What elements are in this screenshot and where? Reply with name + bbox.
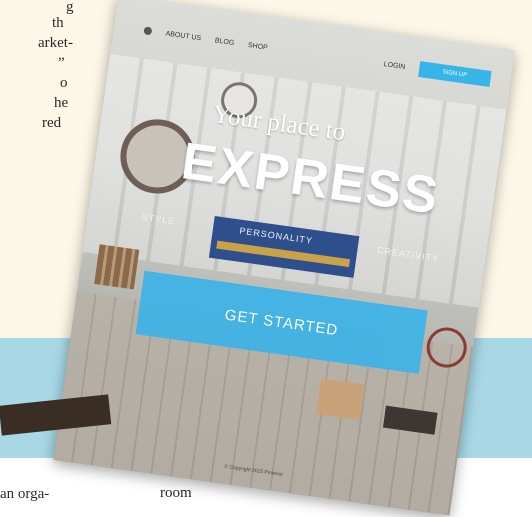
- nav-login-link[interactable]: LOGIN: [383, 61, 406, 71]
- logo-icon: [143, 26, 153, 36]
- website-screenshot: ABOUT US BLOG SHOP LOGIN SIGN UP Your pl…: [53, 0, 515, 516]
- nav-link-blog[interactable]: BLOG: [214, 37, 234, 47]
- nav-link-about[interactable]: ABOUT US: [165, 30, 201, 42]
- article-text-fragment: room: [160, 485, 192, 501]
- article-text-fragment: arket-: [38, 35, 73, 51]
- article-text-fragment: an orga-: [0, 486, 50, 502]
- article-text-fragment: red: [42, 115, 62, 131]
- shelf-decor: [94, 244, 140, 290]
- article-text-fragment: ”: [58, 55, 65, 71]
- article-text-fragment: o: [60, 75, 68, 91]
- nav-link-shop[interactable]: SHOP: [248, 41, 269, 51]
- signup-button[interactable]: SIGN UP: [418, 61, 492, 87]
- article-text-fragment: he: [54, 95, 69, 111]
- basket-decor: [316, 378, 365, 421]
- article-text-fragment: g: [66, 0, 74, 15]
- article-text-fragment: th: [52, 15, 64, 31]
